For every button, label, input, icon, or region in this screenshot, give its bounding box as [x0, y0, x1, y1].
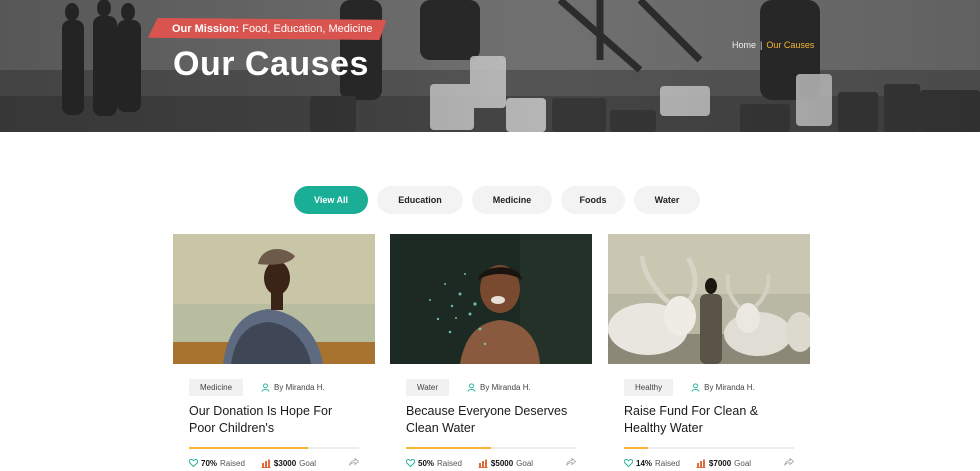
author-byline: By Miranda H.: [261, 383, 325, 392]
raised-stat: 70% Raised: [189, 459, 245, 468]
cause-title[interactable]: Our Donation Is Hope For Poor Children's: [189, 403, 369, 437]
breadcrumb-separator: |: [760, 40, 763, 50]
goal-stat: $5000 Goal: [478, 459, 533, 468]
hero-overlay: [0, 0, 980, 132]
page-title: Our Causes: [173, 45, 369, 83]
cause-title-line-1: Because Everyone Deserves: [406, 404, 568, 418]
filter-view-all-button[interactable]: View All: [294, 186, 368, 214]
goal-stat: $3000 Goal: [261, 459, 316, 468]
category-tag[interactable]: Water: [406, 379, 450, 396]
filter-medicine-button[interactable]: Medicine: [472, 186, 552, 214]
goal-label: Goal: [299, 458, 317, 468]
donation-progress-bar: [406, 447, 576, 449]
raised-label: Raised: [220, 458, 245, 468]
cause-image[interactable]: [390, 234, 592, 364]
cause-title-line-2: Healthy Water: [624, 421, 703, 435]
donation-stats: 70% Raised $3000 Goal: [189, 457, 360, 468]
cause-title[interactable]: Because Everyone Deserves Clean Water: [406, 403, 586, 437]
filter-water-button[interactable]: Water: [634, 186, 700, 214]
mission-label: Our Mission:: [172, 23, 240, 35]
breadcrumb-current: Our Causes: [766, 40, 815, 50]
raised-label: Raised: [655, 458, 680, 468]
raised-label: Raised: [437, 458, 462, 468]
share-button[interactable]: [784, 457, 795, 468]
share-button[interactable]: [349, 457, 360, 468]
goal-stat: $7000 Goal: [696, 459, 751, 468]
cause-image[interactable]: [173, 234, 375, 364]
heart-icon: [624, 459, 633, 467]
raised-percent: 50%: [418, 458, 435, 468]
share-icon: [784, 457, 795, 466]
heart-icon: [406, 459, 415, 467]
cause-photo-boy-water: [390, 234, 592, 364]
author-byline: By Miranda H.: [467, 383, 531, 392]
filter-foods-button[interactable]: Foods: [561, 186, 625, 214]
heart-icon: [189, 459, 198, 467]
cause-meta: Medicine By Miranda H.: [189, 379, 325, 396]
raised-percent: 70%: [201, 458, 218, 468]
donation-stats: 50% Raised $5000 Goal: [406, 457, 577, 468]
bar-chart-icon: [261, 459, 271, 468]
goal-amount: $5000: [490, 458, 514, 468]
user-icon: [261, 383, 270, 392]
mission-ribbon: Our Mission: Food, Education, Medicine: [148, 18, 387, 40]
cause-title-line-2: Clean Water: [406, 421, 476, 435]
author-byline: By Miranda H.: [691, 383, 755, 392]
cause-card: Water By Miranda H. Because Everyone Des…: [390, 234, 592, 471]
goal-amount: $7000: [708, 458, 732, 468]
progress-fill: [406, 447, 491, 449]
share-button[interactable]: [566, 457, 577, 468]
author-name: By Miranda H.: [704, 383, 755, 392]
author-name: By Miranda H.: [480, 383, 531, 392]
donation-stats: 14% Raised $7000 Goal: [624, 457, 795, 468]
cause-title-line-1: Our Donation Is Hope For: [189, 404, 333, 418]
raised-stat: 50% Raised: [406, 459, 462, 468]
breadcrumb: Home | Our Causes: [732, 40, 814, 50]
author-name: By Miranda H.: [274, 383, 325, 392]
share-icon: [566, 457, 577, 466]
category-tag[interactable]: Medicine: [189, 379, 244, 396]
cause-image[interactable]: [608, 234, 810, 364]
cause-title-line-2: Poor Children's: [189, 421, 275, 435]
donation-progress-bar: [189, 447, 359, 449]
filter-education-button[interactable]: Education: [377, 186, 463, 214]
raised-percent: 14%: [636, 458, 653, 468]
category-tag[interactable]: Healthy: [624, 379, 674, 396]
user-icon: [691, 383, 700, 392]
cause-card: Medicine By Miranda H. Our Donation Is H…: [173, 234, 375, 471]
donation-progress-bar: [624, 447, 794, 449]
cause-photo-cattle: [608, 234, 810, 364]
share-icon: [349, 457, 360, 466]
cause-photo-girl: [173, 234, 375, 364]
cause-meta: Water By Miranda H.: [406, 379, 531, 396]
bar-chart-icon: [478, 459, 488, 468]
cause-card: Healthy By Miranda H. Raise Fund For Cle…: [608, 234, 810, 471]
goal-label: Goal: [516, 458, 534, 468]
cause-title[interactable]: Raise Fund For Clean & Healthy Water: [624, 403, 804, 437]
raised-stat: 14% Raised: [624, 459, 680, 468]
goal-amount: $3000: [273, 458, 297, 468]
breadcrumb-home-link[interactable]: Home: [732, 40, 756, 50]
mission-text: Food, Education, Medicine: [242, 23, 373, 35]
progress-fill: [189, 447, 308, 449]
cause-title-line-1: Raise Fund For Clean &: [624, 404, 759, 418]
cause-meta: Healthy By Miranda H.: [624, 379, 755, 396]
bar-chart-icon: [696, 459, 706, 468]
page-hero: Our Mission: Food, Education, Medicine O…: [0, 0, 980, 132]
goal-label: Goal: [734, 458, 752, 468]
cause-filter-bar: View All Education Medicine Foods Water: [294, 186, 700, 214]
user-icon: [467, 383, 476, 392]
progress-fill: [624, 447, 648, 449]
